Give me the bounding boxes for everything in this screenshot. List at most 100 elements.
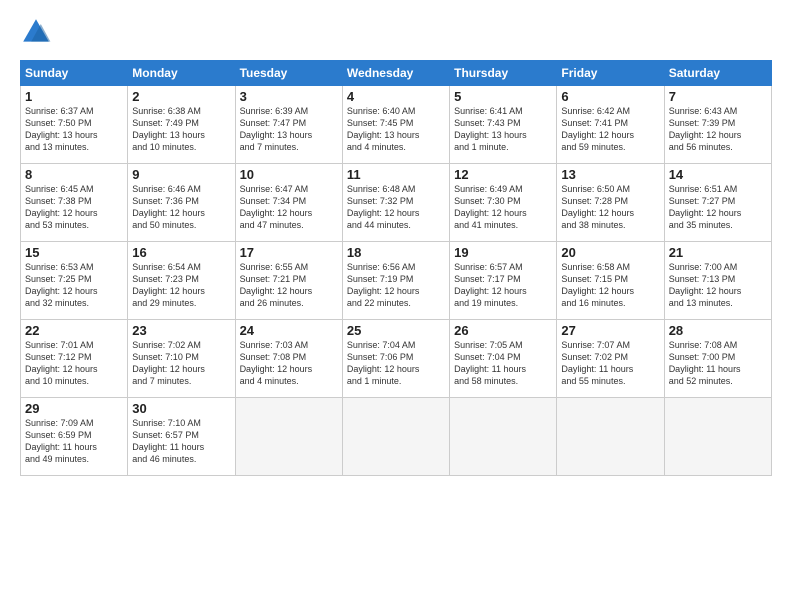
day-info: Sunrise: 6:46 AM Sunset: 7:36 PM Dayligh… [132,183,230,232]
day-number: 19 [454,245,552,260]
day-number: 30 [132,401,230,416]
calendar-cell: 1Sunrise: 6:37 AM Sunset: 7:50 PM Daylig… [21,86,128,164]
logo [20,16,56,48]
day-number: 18 [347,245,445,260]
day-info: Sunrise: 6:55 AM Sunset: 7:21 PM Dayligh… [240,261,338,310]
day-number: 27 [561,323,659,338]
day-info: Sunrise: 7:05 AM Sunset: 7:04 PM Dayligh… [454,339,552,388]
day-number: 9 [132,167,230,182]
day-number: 17 [240,245,338,260]
day-number: 25 [347,323,445,338]
calendar-cell: 15Sunrise: 6:53 AM Sunset: 7:25 PM Dayli… [21,242,128,320]
week-row-2: 8Sunrise: 6:45 AM Sunset: 7:38 PM Daylig… [21,164,772,242]
day-info: Sunrise: 7:09 AM Sunset: 6:59 PM Dayligh… [25,417,123,466]
day-number: 13 [561,167,659,182]
calendar-cell: 12Sunrise: 6:49 AM Sunset: 7:30 PM Dayli… [450,164,557,242]
calendar-cell: 11Sunrise: 6:48 AM Sunset: 7:32 PM Dayli… [342,164,449,242]
calendar-table: SundayMondayTuesdayWednesdayThursdayFrid… [20,60,772,476]
calendar-cell: 3Sunrise: 6:39 AM Sunset: 7:47 PM Daylig… [235,86,342,164]
day-info: Sunrise: 6:39 AM Sunset: 7:47 PM Dayligh… [240,105,338,154]
day-info: Sunrise: 7:04 AM Sunset: 7:06 PM Dayligh… [347,339,445,388]
calendar-cell [235,398,342,476]
day-number: 22 [25,323,123,338]
calendar-cell: 28Sunrise: 7:08 AM Sunset: 7:00 PM Dayli… [664,320,771,398]
calendar-cell: 22Sunrise: 7:01 AM Sunset: 7:12 PM Dayli… [21,320,128,398]
day-header-monday: Monday [128,61,235,86]
day-number: 28 [669,323,767,338]
day-number: 14 [669,167,767,182]
day-info: Sunrise: 6:43 AM Sunset: 7:39 PM Dayligh… [669,105,767,154]
week-row-3: 15Sunrise: 6:53 AM Sunset: 7:25 PM Dayli… [21,242,772,320]
day-info: Sunrise: 6:53 AM Sunset: 7:25 PM Dayligh… [25,261,123,310]
calendar-cell: 17Sunrise: 6:55 AM Sunset: 7:21 PM Dayli… [235,242,342,320]
logo-icon [20,16,52,48]
main-container: SundayMondayTuesdayWednesdayThursdayFrid… [0,0,792,486]
calendar-cell: 6Sunrise: 6:42 AM Sunset: 7:41 PM Daylig… [557,86,664,164]
day-info: Sunrise: 6:49 AM Sunset: 7:30 PM Dayligh… [454,183,552,232]
calendar-cell: 7Sunrise: 6:43 AM Sunset: 7:39 PM Daylig… [664,86,771,164]
day-number: 8 [25,167,123,182]
week-row-4: 22Sunrise: 7:01 AM Sunset: 7:12 PM Dayli… [21,320,772,398]
calendar-cell [342,398,449,476]
day-info: Sunrise: 6:50 AM Sunset: 7:28 PM Dayligh… [561,183,659,232]
day-info: Sunrise: 6:54 AM Sunset: 7:23 PM Dayligh… [132,261,230,310]
week-row-5: 29Sunrise: 7:09 AM Sunset: 6:59 PM Dayli… [21,398,772,476]
header-row: SundayMondayTuesdayWednesdayThursdayFrid… [21,61,772,86]
calendar-cell [557,398,664,476]
calendar-cell: 29Sunrise: 7:09 AM Sunset: 6:59 PM Dayli… [21,398,128,476]
calendar-cell: 23Sunrise: 7:02 AM Sunset: 7:10 PM Dayli… [128,320,235,398]
day-number: 2 [132,89,230,104]
day-number: 3 [240,89,338,104]
day-number: 24 [240,323,338,338]
calendar-cell: 2Sunrise: 6:38 AM Sunset: 7:49 PM Daylig… [128,86,235,164]
day-info: Sunrise: 6:41 AM Sunset: 7:43 PM Dayligh… [454,105,552,154]
day-info: Sunrise: 6:56 AM Sunset: 7:19 PM Dayligh… [347,261,445,310]
day-number: 12 [454,167,552,182]
calendar-cell: 30Sunrise: 7:10 AM Sunset: 6:57 PM Dayli… [128,398,235,476]
day-info: Sunrise: 6:48 AM Sunset: 7:32 PM Dayligh… [347,183,445,232]
day-number: 29 [25,401,123,416]
day-info: Sunrise: 7:02 AM Sunset: 7:10 PM Dayligh… [132,339,230,388]
day-number: 4 [347,89,445,104]
day-number: 7 [669,89,767,104]
calendar-cell: 9Sunrise: 6:46 AM Sunset: 7:36 PM Daylig… [128,164,235,242]
day-info: Sunrise: 7:00 AM Sunset: 7:13 PM Dayligh… [669,261,767,310]
day-number: 21 [669,245,767,260]
day-number: 6 [561,89,659,104]
day-info: Sunrise: 7:03 AM Sunset: 7:08 PM Dayligh… [240,339,338,388]
calendar-cell: 14Sunrise: 6:51 AM Sunset: 7:27 PM Dayli… [664,164,771,242]
day-info: Sunrise: 6:40 AM Sunset: 7:45 PM Dayligh… [347,105,445,154]
day-info: Sunrise: 6:45 AM Sunset: 7:38 PM Dayligh… [25,183,123,232]
day-header-sunday: Sunday [21,61,128,86]
day-info: Sunrise: 7:08 AM Sunset: 7:00 PM Dayligh… [669,339,767,388]
calendar-cell: 27Sunrise: 7:07 AM Sunset: 7:02 PM Dayli… [557,320,664,398]
day-info: Sunrise: 6:37 AM Sunset: 7:50 PM Dayligh… [25,105,123,154]
day-info: Sunrise: 6:57 AM Sunset: 7:17 PM Dayligh… [454,261,552,310]
day-number: 1 [25,89,123,104]
calendar-cell: 13Sunrise: 6:50 AM Sunset: 7:28 PM Dayli… [557,164,664,242]
day-info: Sunrise: 7:10 AM Sunset: 6:57 PM Dayligh… [132,417,230,466]
day-number: 26 [454,323,552,338]
calendar-cell: 5Sunrise: 6:41 AM Sunset: 7:43 PM Daylig… [450,86,557,164]
calendar-cell: 26Sunrise: 7:05 AM Sunset: 7:04 PM Dayli… [450,320,557,398]
calendar-cell: 18Sunrise: 6:56 AM Sunset: 7:19 PM Dayli… [342,242,449,320]
calendar-cell [450,398,557,476]
day-header-saturday: Saturday [664,61,771,86]
day-header-friday: Friday [557,61,664,86]
day-info: Sunrise: 6:38 AM Sunset: 7:49 PM Dayligh… [132,105,230,154]
day-info: Sunrise: 6:58 AM Sunset: 7:15 PM Dayligh… [561,261,659,310]
day-header-tuesday: Tuesday [235,61,342,86]
calendar-cell [664,398,771,476]
calendar-cell: 16Sunrise: 6:54 AM Sunset: 7:23 PM Dayli… [128,242,235,320]
calendar-cell: 8Sunrise: 6:45 AM Sunset: 7:38 PM Daylig… [21,164,128,242]
day-header-wednesday: Wednesday [342,61,449,86]
day-number: 15 [25,245,123,260]
day-info: Sunrise: 6:51 AM Sunset: 7:27 PM Dayligh… [669,183,767,232]
day-info: Sunrise: 7:07 AM Sunset: 7:02 PM Dayligh… [561,339,659,388]
day-header-thursday: Thursday [450,61,557,86]
day-info: Sunrise: 6:47 AM Sunset: 7:34 PM Dayligh… [240,183,338,232]
day-number: 23 [132,323,230,338]
calendar-cell: 21Sunrise: 7:00 AM Sunset: 7:13 PM Dayli… [664,242,771,320]
week-row-1: 1Sunrise: 6:37 AM Sunset: 7:50 PM Daylig… [21,86,772,164]
calendar-cell: 20Sunrise: 6:58 AM Sunset: 7:15 PM Dayli… [557,242,664,320]
